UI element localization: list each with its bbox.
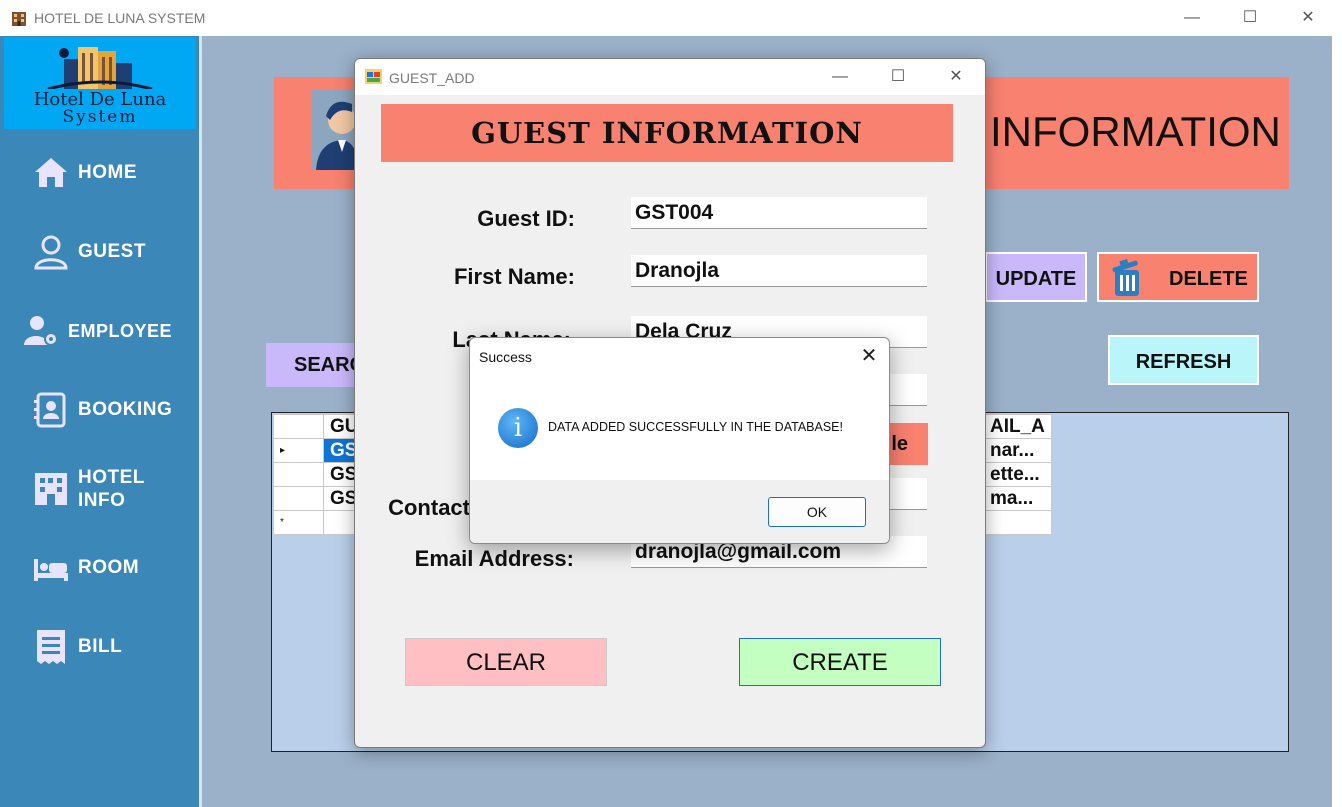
sidebar-item-label: BILL	[78, 636, 123, 657]
delete-button[interactable]: DELETE	[1097, 252, 1259, 302]
sidebar-item-hotel-info[interactable]: HOTEL INFO	[20, 462, 190, 522]
guest-id-field[interactable]	[631, 197, 927, 229]
dialog-title-bar: GUEST_ADD — ☐ ✕	[355, 59, 985, 95]
main-title-bar: HOTEL DE LUNA SYSTEM — ☐ ✕	[0, 0, 1342, 36]
dialog-close-button[interactable]: ✕	[936, 65, 976, 89]
dialog-minimize-button[interactable]: —	[820, 65, 860, 89]
hotel-app-icon	[12, 12, 26, 26]
message-box-title: Success	[479, 349, 532, 365]
sidebar-item-label: ROOM	[78, 557, 140, 578]
contact-label: Contact	[388, 495, 470, 520]
window-title: HOTEL DE LUNA SYSTEM	[34, 10, 206, 26]
clear-button[interactable]: CLEAR	[405, 638, 607, 686]
table-cell[interactable]: nar...	[983, 438, 1052, 463]
user-icon	[34, 235, 68, 270]
success-message-box: Success ✕ i DATA ADDED SUCCESSFULLY IN T…	[469, 337, 890, 544]
sidebar-item-label-2: INFO	[78, 490, 126, 511]
sidebar-item-label: EMPLOYEE	[68, 321, 173, 341]
row-marker	[273, 486, 324, 511]
sidebar-item-label: GUEST	[78, 241, 146, 262]
create-button[interactable]: CREATE	[739, 638, 941, 686]
page-title: INFORMATION	[990, 108, 1281, 155]
guest-avatar-icon	[312, 90, 358, 170]
dialog-title: GUEST_ADD	[389, 70, 475, 86]
bed-icon	[34, 559, 68, 581]
delete-label: DELETE	[1169, 268, 1248, 290]
row-marker	[273, 462, 324, 487]
row-header-corner	[273, 414, 324, 439]
table-cell[interactable]: ma...	[983, 486, 1052, 511]
sidebar-item-label: HOME	[78, 162, 137, 183]
table-cell[interactable]: ette...	[983, 462, 1052, 487]
hotel-buildings-icon	[47, 47, 153, 89]
close-button[interactable]: ✕	[1288, 6, 1328, 30]
table-cell[interactable]	[983, 510, 1052, 535]
message-box-close-button[interactable]: ✕	[854, 344, 884, 368]
minimize-button[interactable]: —	[1172, 6, 1212, 30]
email-label: Email Address:	[414, 546, 574, 571]
sidebar-item-home[interactable]: HOME	[20, 148, 190, 198]
first-name-field[interactable]	[631, 255, 927, 287]
window-edge	[1332, 36, 1342, 807]
form-header: GUEST INFORMATION	[381, 104, 953, 162]
dialog-maximize-button[interactable]: ☐	[878, 65, 918, 89]
maximize-button[interactable]: ☐	[1230, 6, 1270, 30]
form-app-icon	[365, 69, 382, 84]
logo-text-line2: System	[62, 107, 138, 127]
building-icon	[35, 473, 67, 505]
sidebar-item-room[interactable]: ROOM	[20, 543, 190, 593]
sidebar-item-bill[interactable]: BILL	[20, 622, 190, 672]
first-name-label: First Name:	[453, 264, 575, 289]
employee-icon	[24, 316, 58, 346]
trash-icon	[1112, 259, 1139, 296]
sidebar-item-label: HOTEL	[78, 467, 145, 488]
row-marker: ▸	[273, 438, 324, 463]
sidebar-item-employee[interactable]: EMPLOYEE	[10, 306, 180, 356]
hotel-logo: Hotel De Luna System	[4, 37, 196, 129]
sidebar-item-label: BOOKING	[78, 399, 173, 420]
message-text: DATA ADDED SUCCESSFULLY IN THE DATABASE!	[548, 420, 843, 434]
message-box-footer: OK	[470, 480, 889, 543]
home-icon	[35, 158, 67, 187]
sidebar-item-booking[interactable]: BOOKING	[20, 385, 190, 435]
ok-button[interactable]: OK	[768, 497, 866, 527]
column-header-email[interactable]: AIL_A	[983, 414, 1052, 439]
guest-id-label: Guest ID:	[477, 206, 575, 231]
refresh-button[interactable]: REFRESH	[1108, 335, 1259, 385]
receipt-icon	[37, 630, 65, 664]
row-marker: *	[273, 510, 324, 535]
sidebar-item-guest[interactable]: GUEST	[20, 227, 190, 277]
info-icon: i	[498, 408, 538, 448]
contact-book-icon	[34, 392, 66, 428]
update-button[interactable]: UPDATE	[985, 252, 1087, 302]
